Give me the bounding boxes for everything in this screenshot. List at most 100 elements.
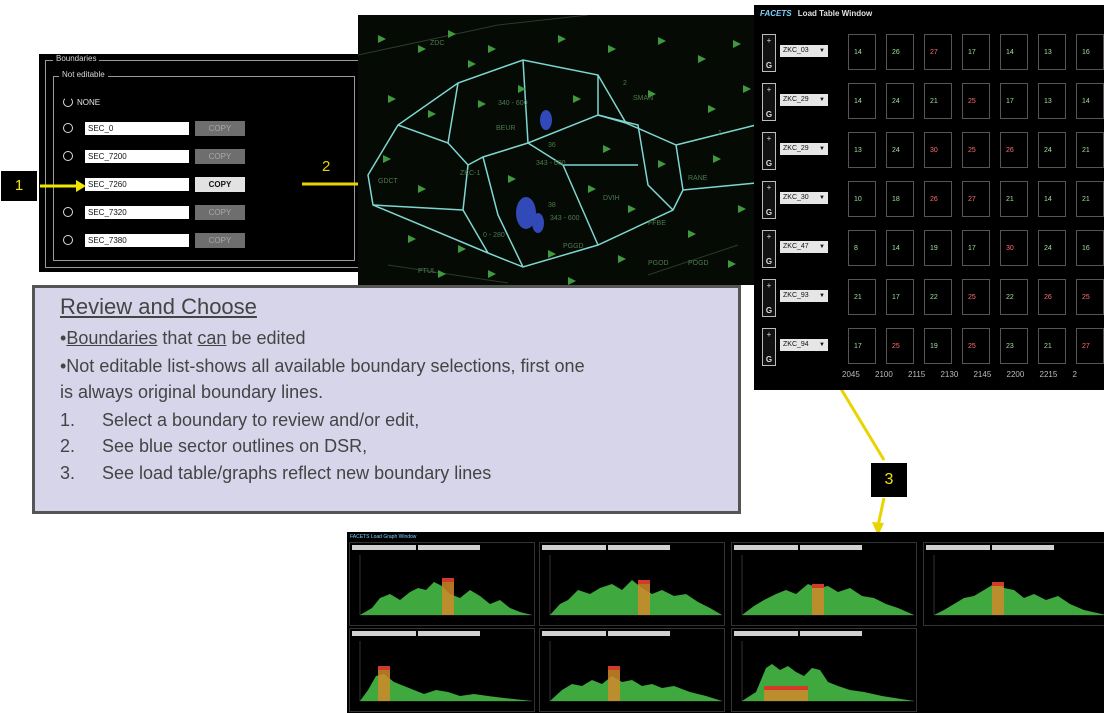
copy-button[interactable]: COPY [195,120,245,136]
load-count-cell[interactable]: 17 [848,328,876,364]
load-count-cell[interactable]: 14 [848,83,876,119]
boundary-name-field[interactable]: SEC_0 [85,121,189,135]
load-count-cell[interactable]: 21 [1000,181,1028,217]
sector-select[interactable]: ZKC_29 ▼ [780,143,828,155]
chevron-down-icon: ▼ [819,97,825,103]
load-count-cell[interactable]: 14 [1000,34,1028,70]
boundary-radio[interactable] [63,235,73,245]
map-label: DVIH [603,195,620,202]
radio-none[interactable] [63,97,73,107]
load-count-cell[interactable]: 17 [886,279,914,315]
dsr-map[interactable]: 340 - 600 0 - 280 343 - 600 GDCT ZKC-1 3… [358,15,758,285]
load-count-cell[interactable]: 27 [924,34,952,70]
sector-select[interactable]: ZKC_93 ▼ [780,290,828,302]
load-count-cell[interactable]: 22 [924,279,952,315]
expand-icon: + [766,232,772,241]
load-count-cell[interactable]: 24 [886,83,914,119]
copy-button[interactable]: COPY [195,176,245,192]
load-graph-panel[interactable] [923,542,1104,626]
load-count-cell[interactable]: 19 [924,230,952,266]
load-count-cell[interactable]: 21 [848,279,876,315]
map-label: 1 [718,130,722,137]
load-count-cell[interactable]: 10 [848,181,876,217]
sector-select[interactable]: ZKC_47 ▼ [780,241,828,253]
boundary-name-field[interactable]: SEC_7380 [85,233,189,247]
load-count-cell[interactable]: 26 [924,181,952,217]
load-count-cell[interactable]: 26 [1000,132,1028,168]
load-count-cell[interactable]: 25 [962,132,990,168]
graph-toggle-button[interactable]: + G [762,279,776,317]
load-count-cell[interactable]: 25 [962,328,990,364]
load-count-cell[interactable]: 14 [1038,181,1066,217]
load-count-cell[interactable]: 23 [1000,328,1028,364]
graph-toggle-button[interactable]: + G [762,83,776,121]
load-count-cell[interactable]: 13 [848,132,876,168]
graph-toggle-label: G [765,208,773,217]
load-count-cell[interactable]: 21 [1076,181,1104,217]
load-count-cell[interactable]: 17 [962,230,990,266]
copy-button[interactable]: COPY [195,148,245,164]
load-count-cell[interactable]: 18 [886,181,914,217]
load-count-cell[interactable]: 26 [886,34,914,70]
map-label: 0 - 280 [483,232,505,239]
load-count-cell[interactable]: 17 [1000,83,1028,119]
copy-button[interactable]: COPY [195,204,245,220]
load-count-cell[interactable]: 25 [962,279,990,315]
load-graph-panel[interactable] [539,628,725,712]
load-count-cell[interactable]: 24 [1038,230,1066,266]
load-count-cell[interactable]: 26 [1038,279,1066,315]
load-count-cell[interactable]: 14 [848,34,876,70]
load-count-cell[interactable]: 25 [886,328,914,364]
load-count-cell[interactable]: 22 [1000,279,1028,315]
load-count-cell[interactable]: 8 [848,230,876,266]
graph-toggle-button[interactable]: + G [762,34,776,72]
copy-button[interactable]: COPY [195,232,245,248]
none-option[interactable]: NONE [63,94,100,110]
load-count-cell[interactable]: 27 [1076,328,1104,364]
load-count-cell[interactable]: 30 [1000,230,1028,266]
load-count-cell[interactable]: 21 [924,83,952,119]
bullet-text: Boundaries [66,328,158,348]
load-graph-panel[interactable] [539,542,725,626]
load-graph-panel[interactable] [731,628,917,712]
load-count-cell[interactable]: 17 [962,34,990,70]
boundary-name-field[interactable]: SEC_7320 [85,205,189,219]
load-count-cell[interactable]: 13 [1038,34,1066,70]
sector-select[interactable]: ZKC_30 ▼ [780,192,828,204]
graph-toggle-button[interactable]: + G [762,181,776,219]
load-count-cell[interactable]: 25 [1076,279,1104,315]
load-count-cell[interactable]: 14 [886,230,914,266]
graph-toggle-button[interactable]: + G [762,230,776,268]
sector-select-value: ZKC_29 [783,145,809,152]
load-count-cell[interactable]: 16 [1076,34,1104,70]
sector-select[interactable]: ZKC_29 ▼ [780,94,828,106]
load-count-cell[interactable]: 21 [1038,328,1066,364]
boundary-radio[interactable] [63,207,73,217]
load-count-cell[interactable]: 24 [1038,132,1066,168]
boundary-radio[interactable] [63,123,73,133]
load-count-cell[interactable]: 21 [1076,132,1104,168]
boundary-row: SEC_7320 COPY [63,204,245,220]
boundary-radio[interactable] [63,151,73,161]
boundary-name-field[interactable]: SEC_7200 [85,149,189,163]
load-count-cell[interactable]: 16 [1076,230,1104,266]
load-count-cell[interactable]: 27 [962,181,990,217]
load-graph-panel[interactable] [349,542,535,626]
load-graph-panel[interactable] [349,628,535,712]
expand-icon: + [766,85,772,94]
load-graph-panel[interactable] [731,542,917,626]
expand-icon: + [766,281,772,290]
boundary-name-field[interactable]: SEC_7260 [85,177,189,191]
map-label: 343 - 600 [550,215,580,222]
load-count-cell[interactable]: 19 [924,328,952,364]
load-count-cell[interactable]: 25 [962,83,990,119]
graph-toggle-button[interactable]: + G [762,132,776,170]
load-count-cell[interactable]: 14 [1076,83,1104,119]
sector-select[interactable]: ZKC_94 ▼ [780,339,828,351]
load-count-cell[interactable]: 30 [924,132,952,168]
load-count-cell[interactable]: 13 [1038,83,1066,119]
load-count-cell[interactable]: 24 [886,132,914,168]
review-step-3: 3. See load table/graphs reflect new boun… [60,463,491,484]
sector-select[interactable]: ZKC_03 ▼ [780,45,828,57]
graph-toggle-button[interactable]: + G [762,328,776,366]
